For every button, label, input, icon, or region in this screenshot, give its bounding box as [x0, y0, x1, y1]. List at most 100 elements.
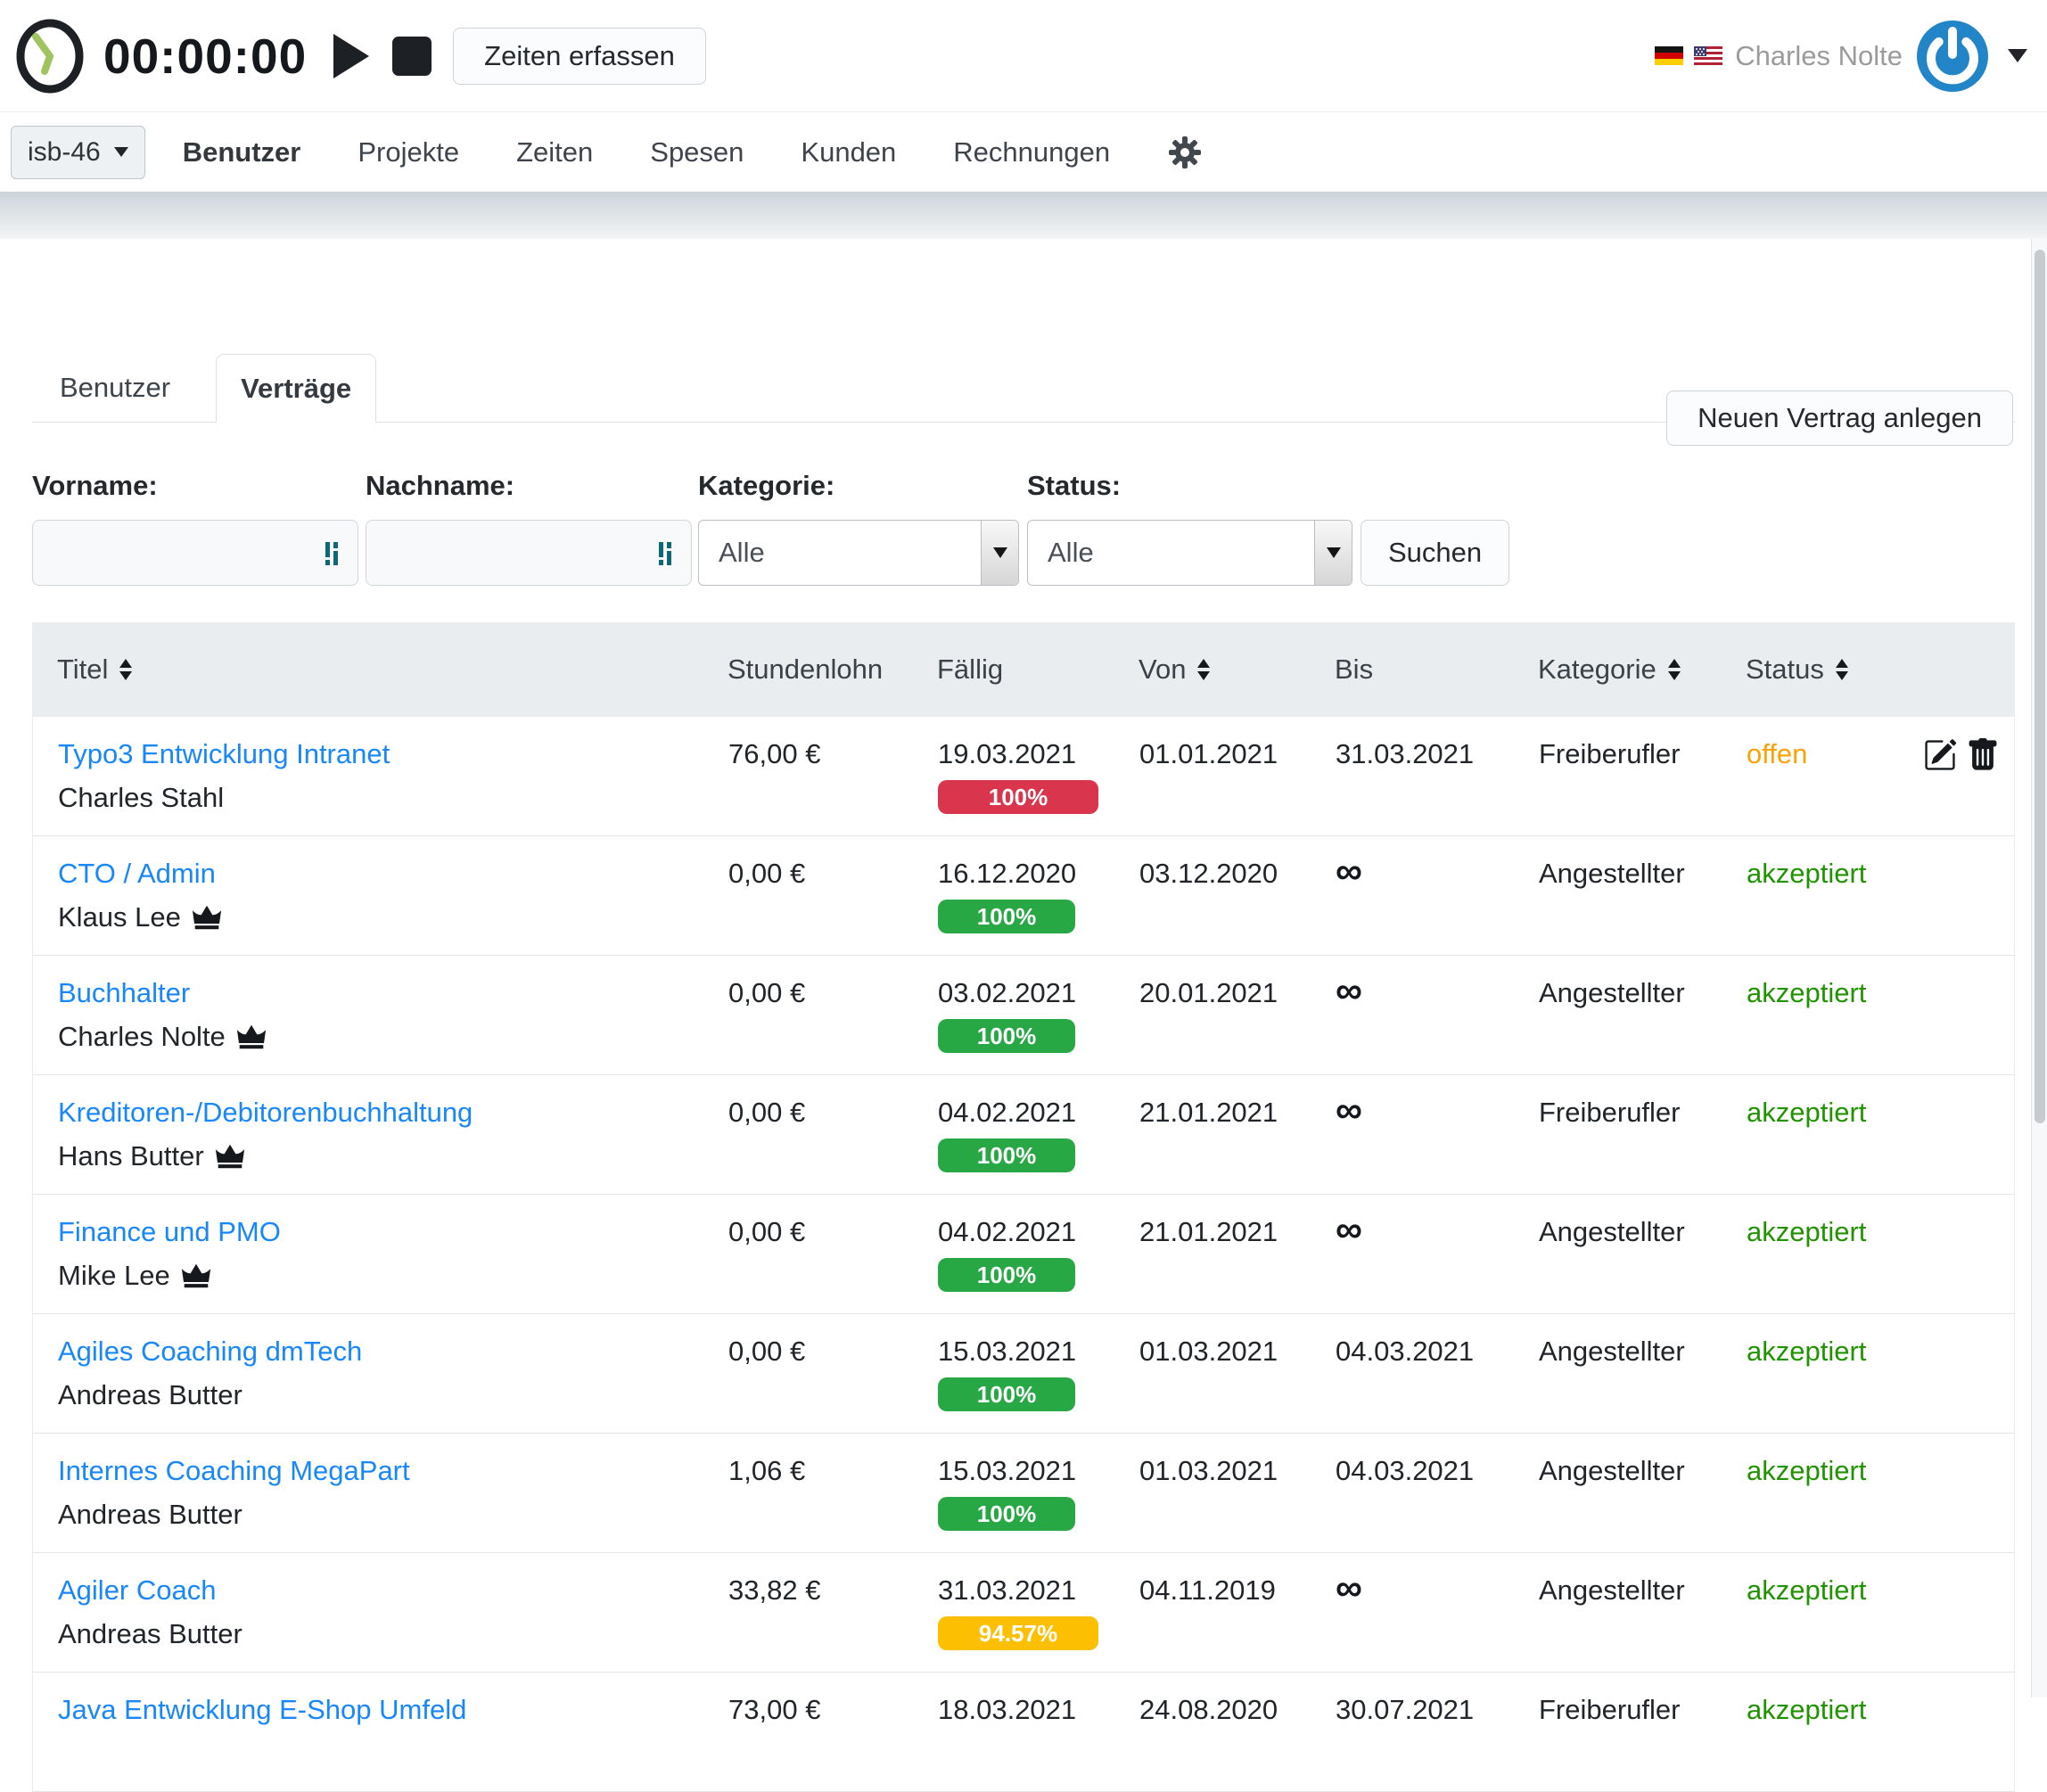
- power-icon: [1917, 21, 1988, 92]
- cell-status: akzeptiert: [1747, 1195, 1923, 1248]
- column-header-kategorie[interactable]: Kategorie: [1538, 654, 1746, 686]
- cell-bis: 04.03.2021: [1336, 1314, 1539, 1368]
- nav-divider-band: [0, 192, 2047, 239]
- cell-von: 20.01.2021: [1139, 956, 1336, 1009]
- contract-title-link[interactable]: Kreditoren-/Debitorenbuchhaltung: [58, 1097, 473, 1129]
- contract-title-link[interactable]: Agiler Coach: [58, 1574, 216, 1607]
- cell-status: akzeptiert: [1747, 836, 1923, 890]
- progress-badge: 100%: [938, 1497, 1075, 1531]
- contract-title-link[interactable]: CTO / Admin: [58, 858, 216, 890]
- nav-item-projekte[interactable]: Projekte: [358, 136, 459, 169]
- contract-title-link[interactable]: Buchhalter: [58, 977, 190, 1009]
- cell-actions: [1923, 1075, 2014, 1097]
- admin-crown-icon: [215, 1144, 245, 1169]
- cell-bis: 30.07.2021: [1336, 1673, 1539, 1726]
- clock-icon: [12, 16, 87, 96]
- cell-von: 24.08.2020: [1139, 1673, 1336, 1726]
- contract-title-link[interactable]: Internes Coaching MegaPart: [58, 1455, 410, 1487]
- nav-item-spesen[interactable]: Spesen: [650, 136, 744, 169]
- column-header-bis: Bis: [1335, 654, 1538, 686]
- record-times-button[interactable]: Zeiten erfassen: [453, 28, 706, 85]
- person-name: Charles Nolte: [58, 1021, 226, 1053]
- contract-person: Andreas Butter: [58, 1379, 728, 1411]
- cell-title: Kreditoren-/Debitorenbuchhaltung Hans But…: [33, 1075, 728, 1172]
- progress-badge: 100%: [938, 1019, 1075, 1053]
- delete-icon[interactable]: [1966, 738, 2000, 772]
- contract-person: Mike Lee: [58, 1260, 728, 1292]
- contracts-table: TitelStundenlohnFälligVonBisKategorieSta…: [32, 622, 2015, 1792]
- new-contract-button[interactable]: Neuen Vertrag anlegen: [1666, 390, 2013, 446]
- german-flag-icon[interactable]: [1655, 46, 1683, 65]
- cell-title: Buchhalter Charles Nolte: [33, 956, 728, 1053]
- admin-crown-icon: [192, 905, 222, 930]
- cell-von: 03.12.2020: [1139, 836, 1336, 890]
- kategorie-selected-value: Alle: [719, 537, 765, 568]
- due-date: 15.03.2021: [938, 1336, 1139, 1368]
- cell-stundenlohn: 0,00 €: [728, 836, 938, 890]
- vorname-input[interactable]: [32, 520, 358, 586]
- column-header-status[interactable]: Status: [1746, 654, 1922, 686]
- status-select[interactable]: Alle: [1027, 520, 1352, 586]
- contract-person: Charles Nolte: [58, 1021, 728, 1053]
- contract-person: Charles Stahl: [58, 782, 728, 814]
- cell-kategorie: Angestellter: [1539, 956, 1747, 1009]
- kategorie-select[interactable]: Alle: [698, 520, 1019, 586]
- column-header-titel[interactable]: Titel: [32, 654, 728, 686]
- cell-bis: 04.03.2021: [1336, 1434, 1539, 1487]
- cell-faellig: 04.02.2021100%: [938, 1075, 1139, 1172]
- column-header-stundenlohn: Stundenlohn: [728, 654, 937, 686]
- column-header-fällig: Fällig: [937, 654, 1139, 686]
- workspace-caret-icon: [114, 147, 128, 157]
- edit-icon[interactable]: [1923, 738, 1957, 772]
- nav-item-rechnungen[interactable]: Rechnungen: [953, 136, 1110, 169]
- cell-title: Typo3 Entwicklung Intranet Charles Stahl: [33, 717, 728, 814]
- progress-badge: 100%: [938, 780, 1098, 814]
- status-selected-value: Alle: [1048, 537, 1094, 568]
- contract-title-link[interactable]: Finance und PMO: [58, 1216, 281, 1248]
- contract-title-link[interactable]: Java Entwicklung E-Shop Umfeld: [58, 1694, 466, 1726]
- infinity-icon: ∞: [1336, 1566, 1362, 1608]
- cell-von: 04.11.2019: [1139, 1553, 1336, 1607]
- contract-title-link[interactable]: Agiles Coaching dmTech: [58, 1336, 362, 1368]
- table-row: Typo3 Entwicklung IntranetCharles Stahl7…: [32, 717, 2015, 836]
- due-date: 31.03.2021: [938, 1574, 1139, 1607]
- nav-item-benutzer[interactable]: Benutzer: [183, 136, 301, 169]
- progress-badge: 94.57%: [938, 1616, 1098, 1650]
- logout-power-button[interactable]: [1917, 21, 1988, 92]
- cell-status: akzeptiert: [1747, 1075, 1923, 1129]
- due-date: 04.02.2021: [938, 1216, 1139, 1248]
- page-scrollbar: [2031, 239, 2047, 1697]
- infinity-icon: ∞: [1336, 1208, 1362, 1250]
- cell-actions: [1923, 1195, 2014, 1216]
- cell-faellig: 04.02.2021100%: [938, 1195, 1139, 1292]
- user-menu-caret[interactable]: [2008, 49, 2027, 62]
- contract-title-link[interactable]: Typo3 Entwicklung Intranet: [58, 738, 390, 770]
- progress-badge: 100%: [938, 1377, 1075, 1411]
- stop-button[interactable]: [392, 37, 432, 76]
- table-row: Kreditoren-/Debitorenbuchhaltung Hans But…: [32, 1075, 2015, 1195]
- timer-display: 00:00:00: [103, 28, 307, 85]
- nav-item-zeiten[interactable]: Zeiten: [516, 136, 593, 169]
- person-name: Hans Butter: [58, 1140, 204, 1172]
- table-row: Java Entwicklung E-Shop Umfeld73,00 €18.…: [32, 1673, 2015, 1792]
- cell-title: Finance und PMO Mike Lee: [33, 1195, 728, 1292]
- cell-kategorie: Angestellter: [1539, 1434, 1747, 1487]
- search-button[interactable]: Suchen: [1361, 520, 1509, 586]
- kategorie-label: Kategorie:: [698, 470, 1019, 503]
- settings-gear-icon[interactable]: [1167, 135, 1203, 170]
- sort-icon: [1197, 659, 1210, 680]
- cell-von: 01.01.2021: [1139, 717, 1336, 770]
- cell-kategorie: Angestellter: [1539, 1553, 1747, 1607]
- table-row: Internes Coaching MegaPartAndreas Butter…: [32, 1434, 2015, 1553]
- cell-status: akzeptiert: [1747, 1553, 1923, 1607]
- scrollbar-thumb[interactable]: [2035, 250, 2045, 1123]
- play-button[interactable]: [333, 34, 369, 78]
- workspace-selector[interactable]: isb-46: [11, 126, 145, 179]
- tab-vertraege[interactable]: Verträge: [216, 354, 376, 423]
- tab-benutzer[interactable]: Benutzer: [32, 354, 198, 422]
- us-flag-icon[interactable]: [1694, 46, 1722, 65]
- nav-item-kunden[interactable]: Kunden: [801, 136, 896, 169]
- nachname-input[interactable]: [366, 520, 692, 586]
- column-header-von[interactable]: Von: [1139, 654, 1335, 686]
- contract-person: Andreas Butter: [58, 1618, 728, 1650]
